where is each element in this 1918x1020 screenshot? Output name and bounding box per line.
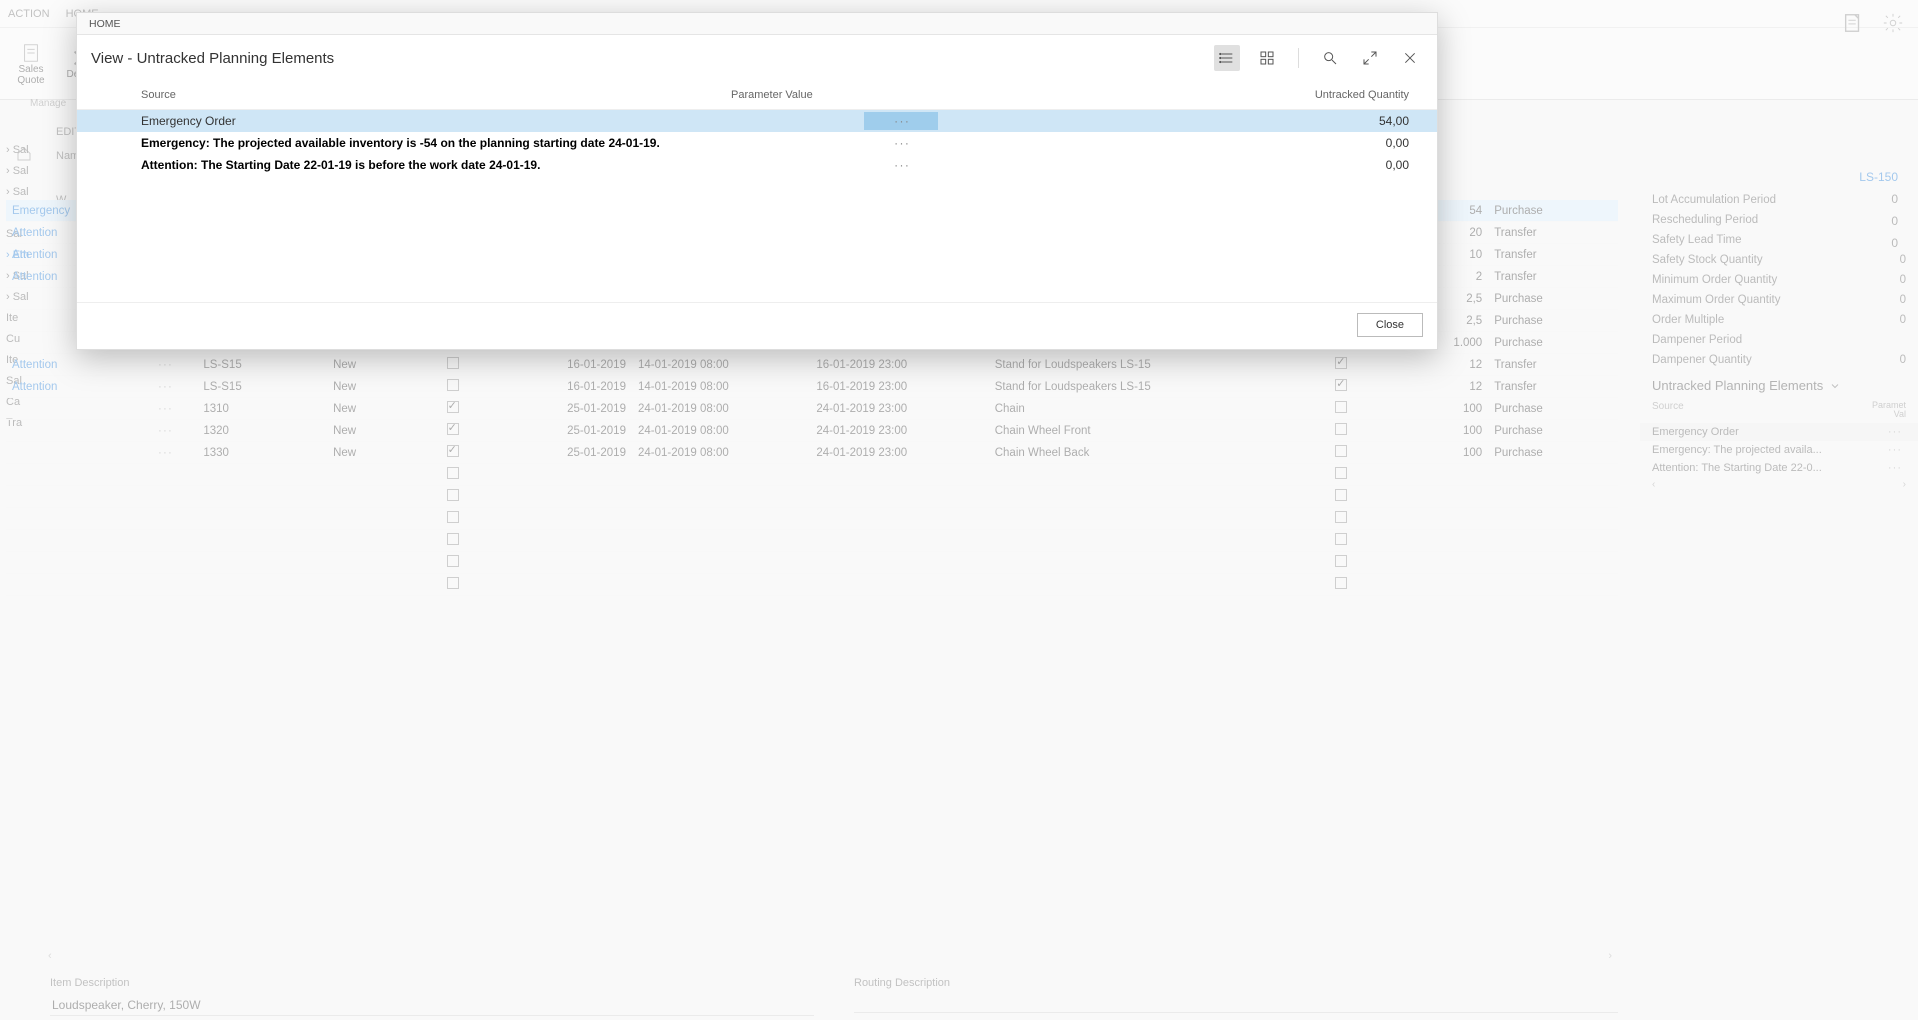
modal-col-source[interactable]: Source xyxy=(141,89,731,101)
modal-grid-header: Source Parameter Value Untracked Quantit… xyxy=(77,83,1437,110)
modal-title: View - Untracked Planning Elements xyxy=(91,50,334,67)
close-icon[interactable] xyxy=(1397,45,1423,71)
search-button[interactable] xyxy=(1317,45,1343,71)
modal-data-row[interactable]: Emergency: The projected available inven… xyxy=(77,132,1437,154)
modal-data-row[interactable]: Emergency Order· · ·54,00 xyxy=(77,110,1437,132)
modal-data-row[interactable]: Attention: The Starting Date 22-01-19 is… xyxy=(77,154,1437,176)
close-button[interactable]: Close xyxy=(1357,313,1423,337)
list-view-button[interactable] xyxy=(1214,45,1240,71)
modal-untracked-planning: HOME View - Untracked Planning Elements xyxy=(76,12,1438,350)
modal-col-param[interactable]: Parameter Value xyxy=(731,89,1071,101)
collapse-button[interactable] xyxy=(1357,45,1383,71)
modal-col-uq[interactable]: Untracked Quantity xyxy=(1071,89,1423,101)
modal-ribbon: HOME xyxy=(77,13,1437,35)
modal-ribbon-tab-home[interactable]: HOME xyxy=(89,18,121,30)
tile-view-button[interactable] xyxy=(1254,45,1280,71)
modal-rows[interactable]: Emergency Order· · ·54,00Emergency: The … xyxy=(77,110,1437,230)
